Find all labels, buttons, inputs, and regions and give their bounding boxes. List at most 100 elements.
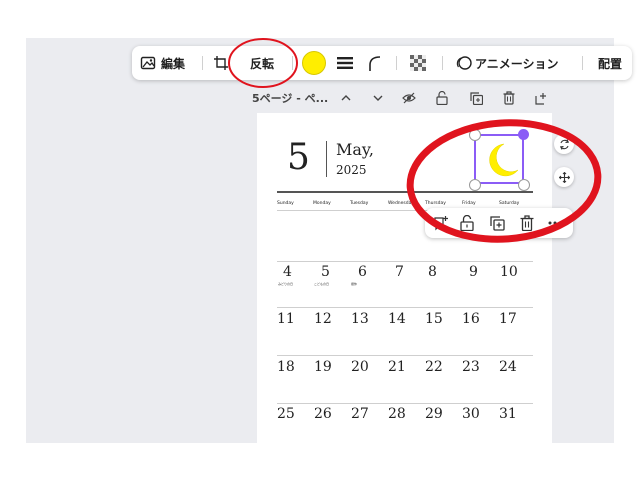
comment-add-icon bbox=[434, 216, 448, 231]
day-cell: 21 bbox=[388, 359, 406, 375]
add-page-icon bbox=[535, 92, 546, 105]
trash-icon bbox=[520, 215, 534, 231]
delete-element-button[interactable] bbox=[517, 213, 537, 233]
hide-page-button[interactable] bbox=[402, 88, 416, 108]
day-cell: 14 bbox=[388, 311, 406, 327]
day-cell: 25 bbox=[277, 406, 295, 422]
day-cell: 24 bbox=[499, 359, 517, 375]
page-label: 5ページ - ペ... bbox=[252, 92, 329, 105]
editor-toolbar: 編集 反転 アニメーション 配置 bbox=[132, 46, 632, 80]
holiday-note: こどもの日 bbox=[314, 282, 330, 286]
day-cell: 8 bbox=[428, 264, 437, 280]
title-divider bbox=[326, 141, 327, 177]
arrange-label: 配置 bbox=[598, 56, 623, 71]
lock-page-button[interactable] bbox=[436, 88, 448, 108]
day-cell: 28 bbox=[388, 406, 406, 422]
transparency-icon bbox=[410, 55, 426, 71]
day-cell: 13 bbox=[351, 311, 369, 327]
edit-image-icon bbox=[140, 56, 156, 70]
rotate-icon bbox=[559, 138, 569, 150]
day-cell: 15 bbox=[425, 311, 443, 327]
flip-label: 反転 bbox=[250, 56, 275, 71]
week-divider bbox=[277, 307, 533, 308]
week-divider bbox=[277, 403, 533, 404]
flip-button[interactable]: 反転 bbox=[250, 46, 274, 80]
day-cell: 11 bbox=[277, 311, 295, 327]
more-options-button[interactable] bbox=[545, 213, 565, 233]
element-toolbar bbox=[425, 208, 573, 238]
month-number: 5 bbox=[287, 137, 310, 178]
day-cell: 12 bbox=[314, 311, 332, 327]
unlock-icon bbox=[460, 215, 474, 231]
year-text: 2025 bbox=[336, 163, 367, 177]
edit-label: 編集 bbox=[161, 56, 186, 71]
day-cell: 20 bbox=[351, 359, 369, 375]
rotate-button[interactable] bbox=[554, 134, 574, 154]
resize-handle[interactable] bbox=[518, 179, 530, 191]
color-button[interactable] bbox=[302, 46, 326, 80]
transparency-button[interactable] bbox=[410, 46, 426, 80]
unlock-icon bbox=[436, 91, 448, 105]
toolbar-divider bbox=[292, 56, 293, 70]
move-page-down-button[interactable] bbox=[372, 88, 384, 108]
move-icon bbox=[558, 171, 570, 183]
day-cell: 19 bbox=[314, 359, 332, 375]
edit-image-button[interactable]: 編集 bbox=[140, 46, 185, 80]
day-cell: 18 bbox=[277, 359, 295, 375]
day-header-sunday: Sunday bbox=[277, 201, 294, 206]
header-rule bbox=[277, 191, 533, 193]
eye-slash-icon bbox=[402, 92, 416, 104]
day-cell: 26 bbox=[314, 406, 332, 422]
day-cell: 23 bbox=[462, 359, 480, 375]
page-title[interactable]: 5ページ - ペ... bbox=[252, 88, 328, 108]
day-cell: 30 bbox=[462, 406, 480, 422]
day-header-friday: Friday bbox=[462, 201, 476, 206]
animate-label: アニメーション bbox=[475, 56, 559, 71]
color-swatch bbox=[302, 51, 326, 75]
moon-graphic[interactable] bbox=[474, 134, 524, 184]
crop-button[interactable] bbox=[214, 46, 228, 80]
move-button[interactable] bbox=[554, 167, 574, 187]
week-divider bbox=[277, 355, 533, 356]
corner-rounding-button[interactable] bbox=[368, 46, 382, 80]
toolbar-divider bbox=[202, 56, 203, 70]
lock-element-button[interactable] bbox=[457, 213, 477, 233]
holiday-note: みどりの日 bbox=[278, 282, 294, 286]
corner-radius-icon bbox=[369, 56, 381, 71]
toolbar-divider bbox=[582, 56, 583, 70]
day-cell: 7 bbox=[395, 264, 404, 280]
resize-handle[interactable] bbox=[469, 179, 481, 191]
chevron-down-icon bbox=[373, 95, 383, 101]
holiday-note: 振休 bbox=[351, 282, 358, 286]
trash-icon bbox=[503, 91, 515, 105]
crop-icon bbox=[214, 56, 228, 70]
day-cell: 16 bbox=[462, 311, 480, 327]
duplicate-element-button[interactable] bbox=[487, 213, 507, 233]
border-style-icon bbox=[337, 57, 353, 69]
day-cell: 10 bbox=[500, 264, 518, 280]
week-divider bbox=[277, 261, 533, 262]
day-cell: 6 bbox=[358, 264, 367, 280]
animate-button[interactable]: アニメーション bbox=[456, 46, 559, 80]
day-header-wednesday: Wednesday bbox=[388, 201, 415, 206]
day-header-tuesday: Tuesday bbox=[350, 201, 369, 206]
day-cell: 9 bbox=[469, 264, 478, 280]
arrange-button[interactable]: 配置 bbox=[598, 46, 622, 80]
resize-handle[interactable] bbox=[469, 129, 481, 141]
border-style-button[interactable] bbox=[337, 46, 353, 80]
more-icon bbox=[548, 221, 562, 225]
comment-button[interactable] bbox=[431, 213, 451, 233]
day-header-saturday: Saturday bbox=[499, 201, 520, 206]
toolbar-divider bbox=[442, 56, 443, 70]
day-header-thursday: Thursday bbox=[425, 201, 446, 206]
move-page-up-button[interactable] bbox=[340, 88, 352, 108]
duplicate-page-button[interactable] bbox=[470, 88, 483, 108]
resize-handle[interactable] bbox=[518, 129, 529, 140]
day-cell: 31 bbox=[499, 406, 517, 422]
animation-icon bbox=[456, 56, 472, 70]
delete-page-button[interactable] bbox=[503, 88, 515, 108]
month-name: May, bbox=[336, 140, 374, 159]
day-cell: 22 bbox=[425, 359, 443, 375]
add-page-button[interactable] bbox=[535, 88, 548, 108]
moon-icon bbox=[474, 134, 524, 184]
